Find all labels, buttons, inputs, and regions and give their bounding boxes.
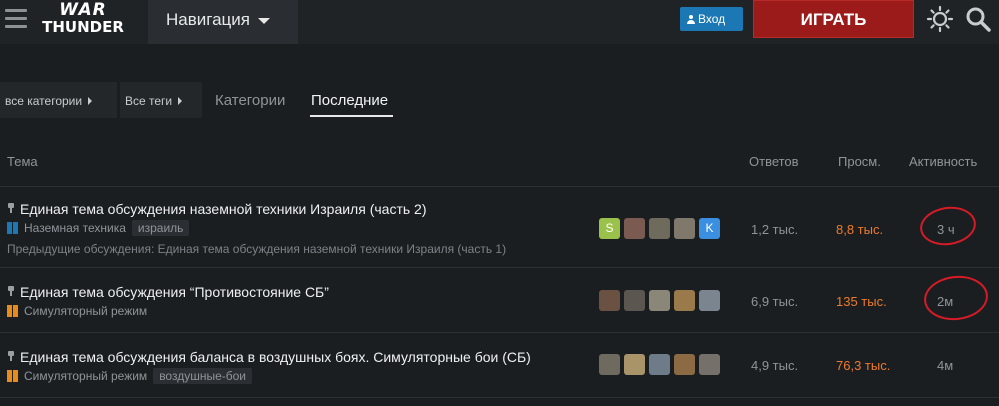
tag[interactable]: израиль [131, 220, 190, 236]
login-label: Вход [698, 12, 726, 26]
poster-avatars [599, 290, 724, 311]
topic-category: Симуляторный режим [7, 304, 147, 318]
poster-avatars: SK [599, 218, 724, 239]
topic-title[interactable]: Единая тема обсуждения наземной техники … [20, 201, 427, 217]
login-button[interactable]: Вход [680, 7, 743, 31]
tags-dropdown[interactable]: Все теги [120, 82, 202, 118]
user-avatar[interactable]: S [599, 218, 620, 239]
user-avatar[interactable] [599, 354, 620, 375]
sun-icon[interactable] [926, 5, 954, 33]
categories-dropdown-label: все категории [5, 94, 83, 108]
table-row[interactable]: Единая тема обсуждения наземной техники … [0, 187, 999, 267]
column-activity[interactable]: Активность [909, 154, 977, 169]
chevron-down-icon [257, 17, 270, 24]
category-link[interactable]: Симуляторный режим [24, 369, 147, 383]
table-row[interactable]: Единая тема обсуждения “Противостояние С… [0, 268, 999, 332]
user-avatar[interactable] [599, 290, 620, 311]
logo-line1: WAR [59, 0, 107, 20]
caret-right-icon [88, 97, 93, 105]
user-avatar[interactable] [674, 354, 695, 375]
play-button[interactable]: ИГРАТЬ [753, 0, 914, 38]
tab-categories[interactable]: Категории [215, 92, 285, 109]
column-replies[interactable]: Ответов [749, 154, 799, 169]
replies-count: 1,2 тыс. [751, 222, 799, 237]
column-views[interactable]: Просм. [838, 154, 881, 169]
category-color-icon [7, 370, 19, 382]
caret-right-icon [178, 97, 183, 105]
user-avatar[interactable] [699, 354, 720, 375]
user-icon [687, 15, 695, 24]
user-avatar[interactable] [624, 354, 645, 375]
active-tab-indicator [310, 115, 393, 117]
navigation-dropdown[interactable]: Навигация [148, 0, 298, 44]
category-color-icon [7, 222, 19, 234]
navigation-label: Навигация [166, 10, 250, 29]
user-avatar[interactable]: K [699, 218, 720, 239]
pin-icon [7, 203, 15, 213]
tags-dropdown-label: Все теги [125, 94, 173, 108]
tag[interactable]: воздушные-бои [153, 368, 253, 384]
column-topic[interactable]: Тема [7, 154, 38, 169]
war-thunder-logo[interactable]: WAR THUNDER [40, 2, 126, 40]
replies-count: 4,9 тыс. [751, 358, 799, 373]
red-circle-annotation [917, 203, 979, 249]
user-avatar[interactable] [674, 218, 695, 239]
menu-icon[interactable] [5, 9, 27, 31]
user-avatar[interactable] [624, 290, 645, 311]
views-count: 76,3 тыс. [836, 358, 891, 373]
topic-title[interactable]: Единая тема обсуждения “Противостояние С… [20, 284, 329, 300]
category-link[interactable]: Симуляторный режим [24, 304, 147, 318]
replies-count: 6,9 тыс. [751, 294, 799, 309]
activity-time[interactable]: 4м [937, 358, 953, 373]
category-color-icon [7, 305, 19, 317]
search-icon[interactable] [964, 5, 992, 33]
user-avatar[interactable] [624, 218, 645, 239]
pin-icon [7, 351, 15, 361]
user-avatar[interactable] [699, 290, 720, 311]
topic-filters: все категории Все теги Категории Последн… [0, 82, 999, 120]
table-row[interactable]: Единая тема обсуждения баланса в воздушн… [0, 333, 999, 397]
topic-category: Симуляторный режим воздушные-бои [7, 368, 253, 384]
views-count: 135 тыс. [836, 294, 887, 309]
poster-avatars [599, 354, 724, 375]
views-count: 8,8 тыс. [836, 222, 884, 237]
tab-latest[interactable]: Последние [311, 92, 388, 109]
topic-category: Наземная техника израиль [7, 220, 190, 236]
top-header: WAR THUNDER Навигация Вход ИГРАТЬ [0, 0, 999, 44]
logo-line2: THUNDER [42, 18, 124, 36]
user-avatar[interactable] [649, 354, 670, 375]
user-avatar[interactable] [649, 218, 670, 239]
category-link[interactable]: Наземная техника [24, 221, 126, 235]
pin-icon [7, 286, 15, 296]
topic-title[interactable]: Единая тема обсуждения баланса в воздушн… [20, 349, 531, 365]
categories-dropdown[interactable]: все категории [0, 82, 117, 118]
topic-excerpt: Предыдущие обсуждения: Единая тема обсуж… [7, 242, 507, 256]
user-avatar[interactable] [649, 290, 670, 311]
user-avatar[interactable] [674, 290, 695, 311]
red-circle-annotation [921, 272, 991, 324]
divider [0, 397, 999, 398]
